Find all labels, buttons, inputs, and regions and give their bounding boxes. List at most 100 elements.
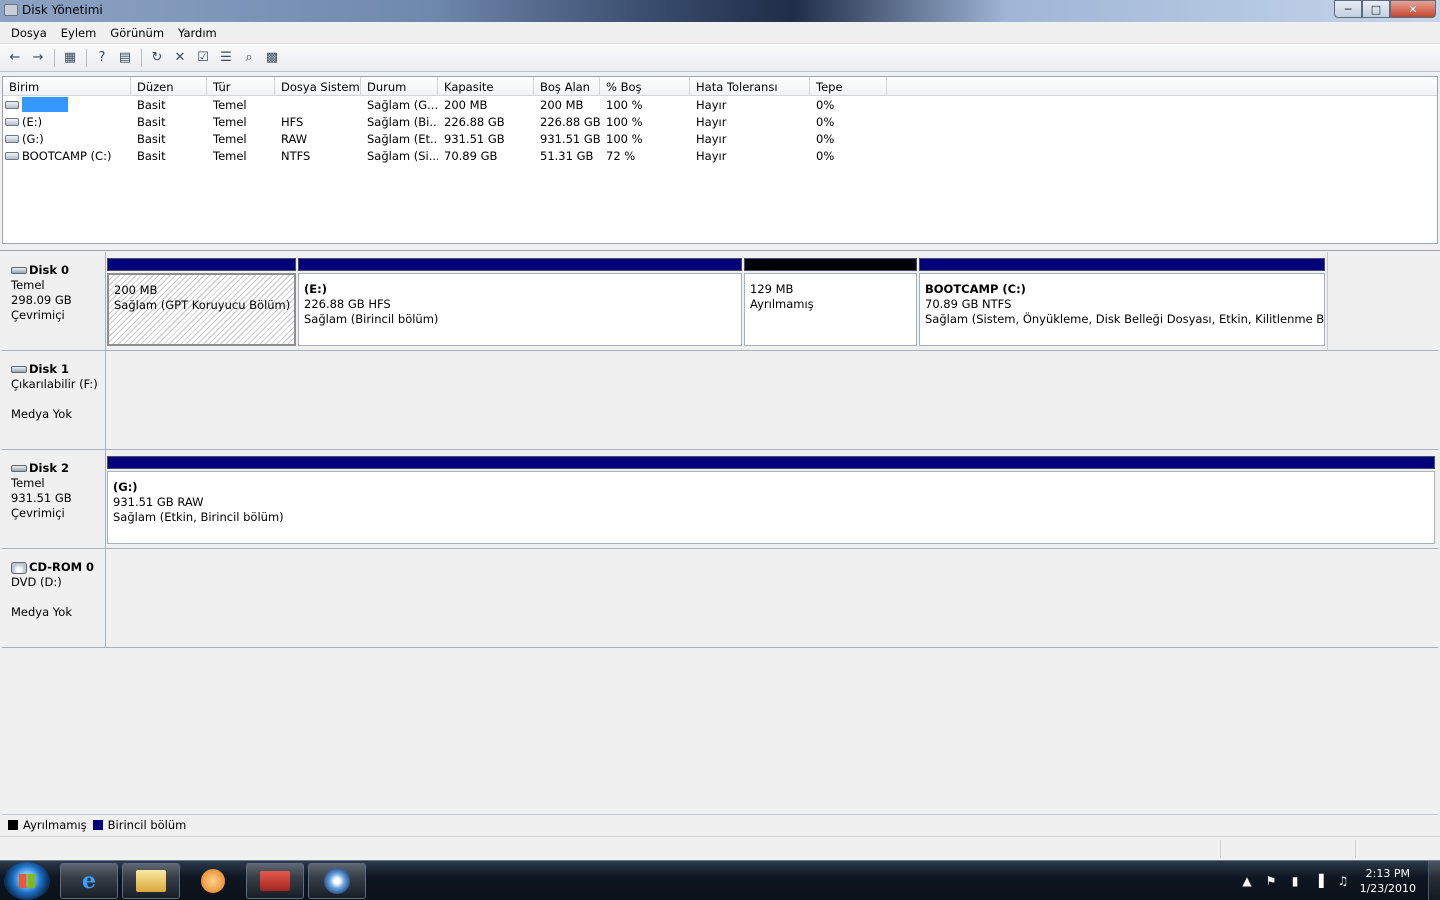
partition-g[interactable]: (G:) 931.51 GB RAW Sağlam (Etkin, Birinc… [107, 456, 1435, 548]
disk-size: 298.09 GB [11, 293, 72, 307]
disk-size [11, 392, 105, 407]
column-header-kapasite[interactable]: Kapasite [438, 77, 534, 95]
taskbar-internet-explorer[interactable]: e [60, 863, 118, 899]
partition-e[interactable]: (E:) 226.88 GB HFS Sağlam (Birincil bölü… [298, 258, 742, 350]
column-header-dosya-sistemi[interactable]: Dosya Sistemi [275, 77, 361, 95]
settings-icon[interactable]: ▩ [261, 47, 283, 69]
disk-label-cdrom-0[interactable]: CD-ROM 0 DVD (D:) Medya Yok [2, 549, 106, 648]
disk-1-partition-map [106, 351, 1438, 450]
column-header-bos-alan[interactable]: Boş Alan [534, 77, 600, 95]
forward-icon[interactable]: → [27, 47, 49, 69]
column-header-hata-toleransi[interactable]: Hata Toleransı [690, 77, 810, 95]
disk-size [11, 590, 105, 605]
partition-status: Sağlam (Sistem, Önyükleme, Disk Belleği … [925, 312, 1325, 326]
legend-label: Ayrılmamış [23, 817, 87, 832]
volume-list[interactable]: Birim Düzen Tür Dosya Sistemi Durum Kapa… [2, 76, 1438, 244]
filesystem-cell: NTFS [281, 148, 311, 163]
back-icon[interactable]: ← [4, 47, 26, 69]
percent-free-cell: 72 % [606, 148, 636, 163]
taskbar-toolbox[interactable] [246, 863, 304, 899]
fault-tolerance-cell: Hayır [696, 97, 727, 112]
console-tree-icon[interactable]: ▦ [59, 47, 81, 69]
menu-eylem[interactable]: Eylem [54, 26, 104, 40]
start-button[interactable] [4, 862, 50, 900]
minimize-button[interactable]: ─ [1334, 0, 1362, 18]
status-cell: Sağlam (Bi... [367, 114, 438, 129]
taskbar-media-player[interactable] [184, 863, 242, 899]
disk-type: DVD (D:) [11, 575, 62, 589]
partition-size: 200 MB [114, 283, 158, 297]
type-cell: Temel [213, 97, 247, 112]
pane-splitter[interactable] [0, 245, 1440, 251]
clock-time: 2:13 PM [1365, 867, 1410, 880]
partition-bootcamp-c[interactable]: BOOTCAMP (C:) 70.89 GB NTFS Sağlam (Sist… [919, 258, 1325, 350]
free-space-cell: 51.31 GB [540, 148, 594, 163]
show-hidden-icons-icon[interactable]: ▲ [1240, 874, 1254, 888]
partition-title: (G:) [113, 480, 138, 494]
taskbar-computer-management[interactable] [308, 863, 366, 899]
help-icon[interactable]: ? [91, 47, 113, 69]
disk-label-0[interactable]: Disk 0 Temel 298.09 GB Çevrimiçi [2, 252, 106, 351]
menu-dosya[interactable]: Dosya [4, 26, 54, 40]
column-header-birim[interactable]: Birim [3, 77, 131, 95]
disk-label-2[interactable]: Disk 2 Temel 931.51 GB Çevrimiçi [2, 450, 106, 549]
free-space-cell: 931.51 GB [540, 131, 600, 146]
taskbar: e ▲ ⚑ ▮ ▐ ♫ 2:13 PM 1/23/2010 [0, 860, 1440, 900]
battery-icon[interactable]: ▮ [1288, 874, 1302, 888]
action-center-flag-icon[interactable]: ⚑ [1264, 874, 1278, 888]
disk-0-partition-map: 200 MB Sağlam (GPT Koruyucu Bölüm) (E:) … [106, 252, 1438, 351]
menu-yardim[interactable]: Yardım [171, 26, 224, 40]
delete-icon[interactable]: ✕ [169, 47, 191, 69]
column-header-duzen[interactable]: Düzen [131, 77, 207, 95]
clock[interactable]: 2:13 PM 1/23/2010 [1360, 866, 1416, 896]
toolbar-separator [54, 48, 55, 67]
drive-icon [5, 117, 19, 126]
table-row[interactable]: (G:) Basit Temel RAW Sağlam (Et... 931.5… [3, 130, 1437, 147]
maximize-button[interactable]: □ [1362, 0, 1390, 18]
status-cell: Sağlam (G... [367, 97, 438, 112]
fault-tolerance-cell: Hayır [696, 131, 727, 146]
volume-icon[interactable]: ♫ [1336, 874, 1350, 888]
network-signal-icon[interactable]: ▐ [1312, 874, 1326, 888]
disk-name: Disk 1 [29, 362, 69, 376]
refresh-icon[interactable]: ↻ [146, 47, 168, 69]
title-bar: Disk Yönetimi ─ □ ✕ [0, 0, 1440, 22]
percent-free-cell: 100 % [606, 114, 643, 129]
menu-gorunum[interactable]: Görünüm [103, 26, 171, 40]
taskbar-explorer[interactable] [122, 863, 180, 899]
disk-state: Medya Yok [11, 605, 72, 619]
legend-label: Birincil bölüm [107, 817, 187, 832]
close-button[interactable]: ✕ [1390, 0, 1436, 18]
column-header-tur[interactable]: Tür [207, 77, 275, 95]
capacity-cell: 70.89 GB [444, 148, 498, 163]
layout-cell: Basit [137, 131, 166, 146]
table-row[interactable]: Basit Temel Sağlam (G... 200 MB 200 MB 1… [3, 96, 1437, 113]
table-row[interactable]: BOOTCAMP (C:) Basit Temel NTFS Sağlam (S… [3, 147, 1437, 164]
free-space-cell: 226.88 GB [540, 114, 600, 129]
disk-label-1[interactable]: Disk 1 Çıkarılabilir (F:) Medya Yok [2, 351, 106, 450]
type-cell: Temel [213, 131, 247, 146]
fault-tolerance-cell: Hayır [696, 114, 727, 129]
toolbar-separator [86, 48, 87, 67]
primary-partition-bar [107, 258, 296, 271]
disk-row-cdrom-0: CD-ROM 0 DVD (D:) Medya Yok [2, 549, 1438, 648]
disk-map-pane: Disk 0 Temel 298.09 GB Çevrimiçi 200 MB … [2, 252, 1438, 812]
volume-name-cell: BOOTCAMP (C:) [3, 149, 131, 163]
column-header-durum[interactable]: Durum [361, 77, 438, 95]
show-desktop-button[interactable] [1428, 861, 1440, 900]
properties-icon[interactable]: ☑ [192, 47, 214, 69]
disk-type: Temel [11, 278, 45, 292]
column-header-yuzde-bos[interactable]: % Boş [600, 77, 690, 95]
legend-unallocated: Ayrılmamış [8, 818, 87, 832]
action-pane-icon[interactable]: ▤ [114, 47, 136, 69]
open-icon[interactable]: ☰ [215, 47, 237, 69]
window-title: Disk Yönetimi [22, 3, 103, 17]
partition-status: Ayrılmamış [750, 297, 814, 311]
partition-unallocated[interactable]: 129 MB Ayrılmamış [744, 258, 917, 350]
table-row[interactable]: (E:) Basit Temel HFS Sağlam (Bi... 226.8… [3, 113, 1437, 130]
column-header-tepe[interactable]: Tepe [810, 77, 887, 95]
partition-gpt-protective[interactable]: 200 MB Sağlam (GPT Koruyucu Bölüm) [107, 258, 296, 350]
explore-icon[interactable]: ⌕ [238, 47, 260, 69]
clock-date: 1/23/2010 [1359, 882, 1416, 895]
legend: Ayrılmamış Birincil bölüm [2, 814, 1438, 834]
